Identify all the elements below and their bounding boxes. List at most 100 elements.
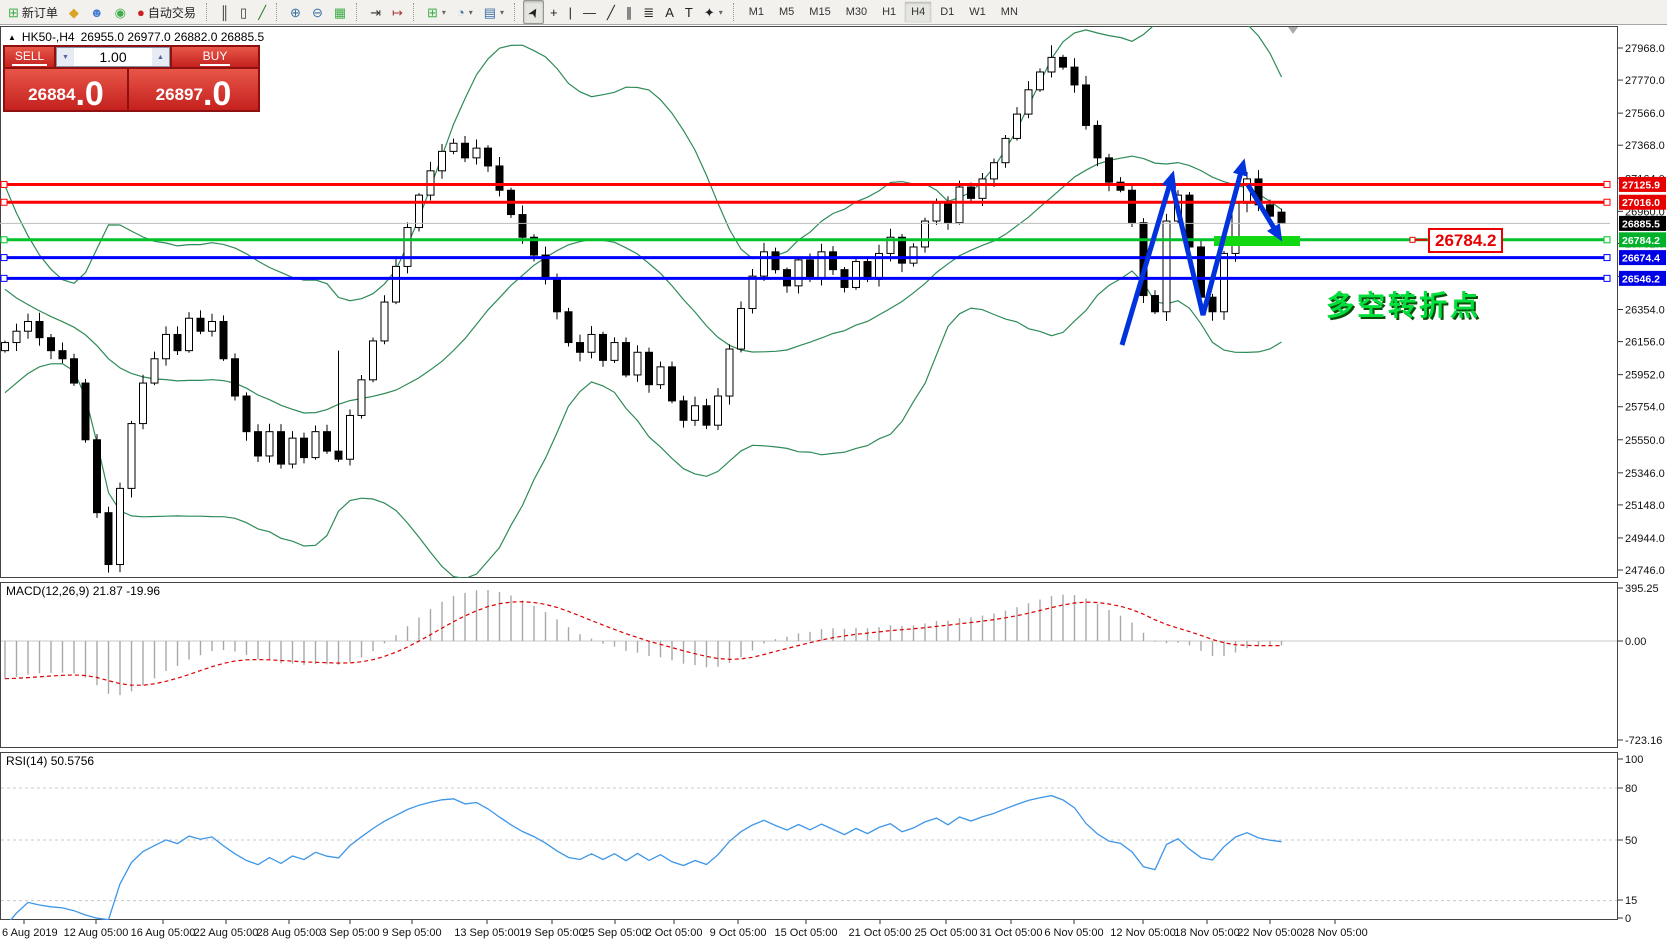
- volume-input[interactable]: 1.00: [74, 48, 152, 66]
- candlestick-chart-button[interactable]: ▯: [235, 0, 252, 24]
- text-label-icon: T: [684, 4, 693, 20]
- signals-button[interactable]: ◉: [110, 0, 131, 24]
- candlestick-chart-icon: ▯: [240, 4, 248, 20]
- toolbar: ⊞ 新订单 ◆ ☻ ◉ ● 自动交易 ║ ▯ ╱ ⊕ ⊖ ▦ ⇥ ↦ ⊞ ▾ ◔ ▾ ▤ ▾ ➤ + | — ╱ ∥ ≣ A T…: [0, 0, 1667, 25]
- tile-windows-icon: ▦: [333, 4, 347, 20]
- cursor-icon: ➤: [524, 3, 543, 21]
- svg-text:25550.0: 25550.0: [1625, 435, 1665, 447]
- buy-button[interactable]: BUY: [172, 47, 258, 67]
- timeframe-mn-button[interactable]: MN: [994, 1, 1025, 23]
- toolbar-separator: [276, 3, 281, 21]
- svg-text:24746.0: 24746.0: [1625, 565, 1665, 577]
- highlight-bar[interactable]: [1214, 236, 1300, 246]
- crosshair-icon: +: [549, 4, 558, 20]
- buy-price-button[interactable]: 26897 .0: [129, 69, 258, 111]
- svg-text:27016.0: 27016.0: [1622, 197, 1660, 209]
- svg-text:12 Aug 05:00: 12 Aug 05:00: [64, 927, 129, 939]
- text-button[interactable]: A: [660, 0, 679, 24]
- zoom-in-button[interactable]: ⊕: [285, 0, 306, 24]
- indicators-icon: ⊞: [426, 4, 438, 20]
- auto-scroll-icon: ↦: [392, 4, 403, 20]
- community-button[interactable]: ☻: [85, 0, 109, 24]
- timeframe-h4-button[interactable]: H4: [904, 1, 933, 23]
- line-chart-icon: ╱: [258, 4, 267, 20]
- timeframe-d1-button[interactable]: D1: [933, 1, 961, 23]
- horizontal-line-button[interactable]: —: [578, 0, 601, 24]
- timeframe-m15-button[interactable]: M15: [802, 1, 837, 23]
- volume-decrease-button[interactable]: ▼: [57, 48, 74, 66]
- svg-text:26546.2: 26546.2: [1622, 273, 1660, 285]
- svg-text:26674.4: 26674.4: [1622, 253, 1660, 265]
- channel-icon: ∥: [625, 4, 633, 20]
- line-chart-button[interactable]: ╱: [253, 0, 271, 24]
- svg-text:25 Sep 05:00: 25 Sep 05:00: [582, 927, 647, 939]
- shapes-button[interactable]: ✦ ▾: [699, 0, 728, 24]
- svg-text:9 Sep 05:00: 9 Sep 05:00: [382, 927, 441, 939]
- rsi-values: 50.5756: [50, 754, 95, 768]
- price-axis: 27968.027770.027566.027368.027164.026960…: [1618, 43, 1665, 577]
- svg-text:0: 0: [1625, 913, 1631, 925]
- templates-button[interactable]: ▤ ▾: [479, 0, 509, 24]
- text-icon: A: [665, 4, 674, 20]
- chart-title: ▲ HK50-,H4 26955.0 26977.0 26882.0 26885…: [8, 30, 264, 44]
- bar-chart-button[interactable]: ║: [215, 0, 234, 24]
- timeframe-w1-button[interactable]: W1: [962, 1, 993, 23]
- tile-windows-button[interactable]: ▦: [329, 0, 351, 24]
- chart-shift-button[interactable]: ⇥: [365, 0, 386, 24]
- fibonacci-button[interactable]: ≣: [638, 0, 659, 24]
- svg-text:28 Nov 05:00: 28 Nov 05:00: [1302, 927, 1367, 939]
- sell-price-button[interactable]: 26884 .0: [5, 69, 127, 111]
- sell-button[interactable]: SELL: [5, 47, 54, 67]
- rsi-panel[interactable]: [0, 752, 1618, 920]
- price-tag-label[interactable]: 26784.2: [1428, 228, 1504, 253]
- vertical-line-icon: |: [568, 4, 572, 20]
- crosshair-button[interactable]: +: [545, 0, 563, 24]
- market-icon: ◆: [68, 4, 79, 20]
- time-axis: 6 Aug 2019 12 Aug 05:00 16 Aug 05:0022 Aug…: [2, 920, 1368, 939]
- svg-text:-723.16: -723.16: [1625, 735, 1662, 747]
- autotrade-icon: ●: [136, 4, 145, 20]
- zoom-out-button[interactable]: ⊖: [307, 0, 328, 24]
- svg-text:25 Oct 05:00: 25 Oct 05:00: [915, 927, 978, 939]
- indicators-button[interactable]: ⊞ ▾: [422, 0, 451, 24]
- svg-text:26885.5: 26885.5: [1622, 218, 1660, 230]
- timeframe-m30-button[interactable]: M30: [839, 1, 874, 23]
- macd-panel[interactable]: [0, 582, 1618, 748]
- market-button[interactable]: ◆: [64, 0, 84, 24]
- buy-price-main: 26897: [155, 85, 203, 104]
- symbol-period-label: HK50-,H4: [21, 30, 75, 44]
- chart-canvas[interactable]: 27968.027770.027566.027368.027164.026960…: [0, 0, 1667, 947]
- dropdown-arrow-icon: ▾: [441, 7, 446, 17]
- periods-button[interactable]: ◔ ▾: [452, 0, 478, 24]
- toolbar-separator: [356, 3, 361, 21]
- new-order-button[interactable]: ⊞ 新订单: [3, 0, 63, 24]
- timeframe-m1-button[interactable]: M1: [742, 1, 771, 23]
- ohlc-values: 26955.0 26977.0 26882.0 26885.5: [80, 30, 265, 44]
- volume-increase-button[interactable]: ▲: [152, 48, 169, 66]
- auto-scroll-button[interactable]: ↦: [387, 0, 408, 24]
- rsi-name: RSI(14): [6, 754, 48, 768]
- svg-text:9 Oct 05:00: 9 Oct 05:00: [710, 927, 767, 939]
- svg-text:22 Nov 05:00: 22 Nov 05:00: [1237, 927, 1302, 939]
- trendline-button[interactable]: ╱: [602, 0, 620, 24]
- svg-text:19 Sep 05:00: 19 Sep 05:00: [519, 927, 584, 939]
- cursor-button[interactable]: ➤: [523, 0, 544, 24]
- svg-text:0.00: 0.00: [1625, 636, 1646, 648]
- svg-text:25148.0: 25148.0: [1625, 500, 1665, 512]
- macd-indicator-label: MACD(12,26,9) 21.87 -19.96: [6, 584, 160, 598]
- channel-button[interactable]: ∥: [621, 0, 638, 24]
- toolbar-separator: [732, 3, 738, 21]
- toolbar-separator: [205, 3, 211, 21]
- timeframe-h1-button[interactable]: H1: [875, 1, 903, 23]
- svg-text:15: 15: [1625, 895, 1637, 907]
- chart-annotation-text[interactable]: 多空转折点: [1326, 284, 1481, 324]
- timeframe-m5-button[interactable]: M5: [772, 1, 801, 23]
- volume-stepper: ▼ 1.00 ▲: [56, 47, 170, 67]
- vertical-line-button[interactable]: |: [564, 0, 577, 24]
- rsi-axis: 100 80 50 15 0: [1618, 754, 1643, 925]
- autotrade-button[interactable]: ● 自动交易: [132, 0, 201, 24]
- periods-icon: ◔: [456, 4, 465, 20]
- sell-label: SELL: [11, 49, 48, 66]
- trendline-icon: ╱: [606, 4, 615, 20]
- text-label-button[interactable]: T: [680, 0, 698, 24]
